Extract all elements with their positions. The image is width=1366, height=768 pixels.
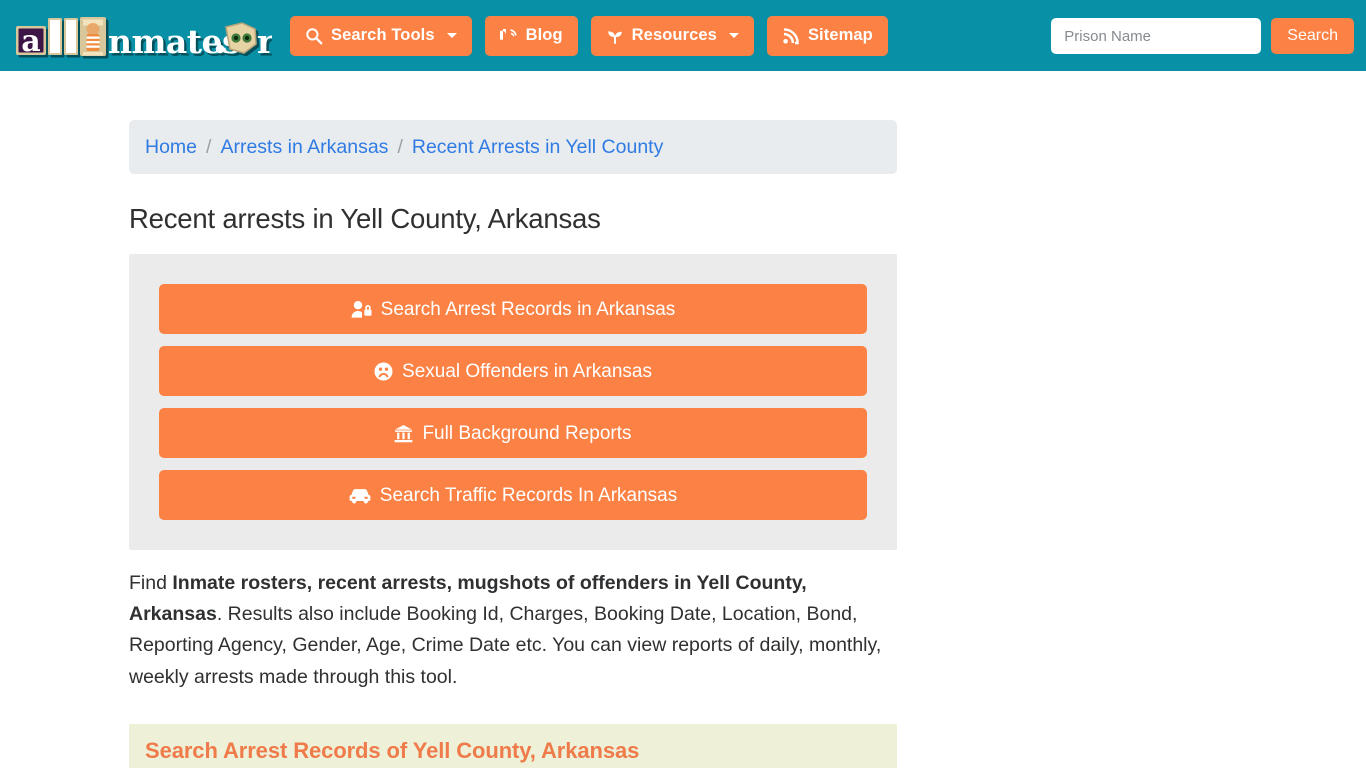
search-icon (305, 27, 323, 45)
search-input[interactable] (1051, 18, 1262, 54)
intro-paragraph: Find Inmate rosters, recent arrests, mug… (129, 568, 889, 693)
svg-text:nmates: nmates (108, 22, 240, 59)
svg-text:rg: rg (257, 22, 272, 59)
breadcrumb-item-recent-arrests-in-yell-county[interactable]: Recent Arrests in Yell County (412, 136, 663, 159)
breadcrumb-separator: / (397, 135, 403, 158)
svg-text:a: a (21, 24, 40, 59)
nav-item-label: Search Tools (331, 26, 435, 45)
frowning-face-icon (374, 362, 393, 381)
chevron-down-icon (446, 33, 457, 38)
header-search-form: Search (1051, 18, 1354, 54)
nav-item-search-tools[interactable]: Search Tools (290, 15, 472, 56)
button-label: Sexual Offenders in Arkansas (402, 360, 652, 382)
nav-item-resources[interactable]: Resources (590, 15, 754, 56)
site-logo[interactable]: a nmates r (14, 13, 272, 59)
button-label: Search Traffic Records In Arkansas (379, 484, 678, 506)
landmark-icon (394, 424, 413, 443)
nav-item-blog[interactable]: Blog (484, 15, 578, 56)
nav-item-sitemap[interactable]: Sitemap (766, 15, 888, 56)
search-traffic-records-button[interactable]: Search Traffic Records In Arkansas (159, 470, 867, 520)
rss-icon (782, 27, 800, 45)
button-label: Search Arrest Records in Arkansas (380, 298, 676, 320)
section-banner: Search Arrest Records of Yell County, Ar… (129, 723, 897, 768)
page-body: Home / Arrests in Arkansas / Recent Arre… (0, 71, 1366, 768)
blog-icon (499, 27, 518, 45)
section-banner-heading: Search Arrest Records of Yell County, Ar… (145, 738, 640, 764)
full-background-reports-button[interactable]: Full Background Reports (159, 408, 867, 458)
sexual-offenders-button[interactable]: Sexual Offenders in Arkansas (159, 346, 867, 396)
search-button[interactable]: Search (1271, 18, 1354, 54)
car-icon (349, 487, 371, 504)
nav-item-label: Resources (631, 26, 717, 45)
breadcrumb-separator: / (206, 135, 212, 158)
search-actions-panel: Search Arrest Records in Arkansas Sexual… (129, 254, 897, 550)
button-label: Full Background Reports (422, 422, 632, 444)
breadcrumb-item-arrests-in-arkansas[interactable]: Arrests in Arkansas (220, 136, 388, 159)
intro-suffix: . Results also include Booking Id, Charg… (129, 603, 882, 688)
site-header: a nmates r Search Tools Blog Resources S… (0, 0, 1366, 71)
main-nav: Search Tools Blog Resources Sitemap (290, 15, 888, 56)
chevron-down-icon (728, 33, 739, 38)
user-lock-icon (351, 300, 372, 319)
logo-graphic: a nmates r (16, 16, 272, 59)
page-title: Recent arrests in Yell County, Arkansas (129, 203, 601, 234)
seedling-icon (606, 27, 624, 45)
nav-item-label: Sitemap (807, 26, 873, 45)
breadcrumb-item-home[interactable]: Home (145, 136, 197, 159)
content-container: Home / Arrests in Arkansas / Recent Arre… (129, 71, 897, 768)
nav-item-label: Blog (525, 26, 563, 45)
breadcrumb: Home / Arrests in Arkansas / Recent Arre… (129, 120, 897, 174)
intro-prefix: Find (129, 572, 173, 594)
search-arrest-records-button[interactable]: Search Arrest Records in Arkansas (159, 284, 867, 334)
